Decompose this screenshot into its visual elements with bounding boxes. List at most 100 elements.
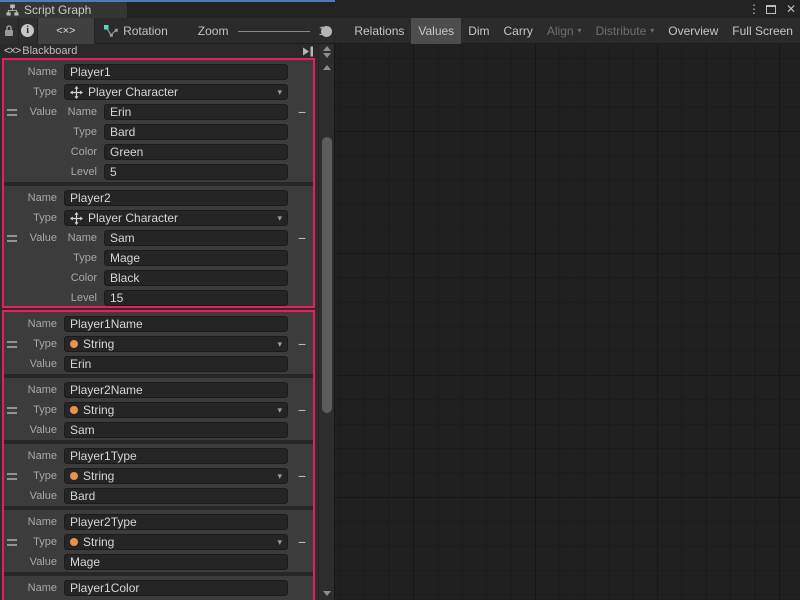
zoom-slider[interactable]	[238, 26, 309, 36]
variable-name-input[interactable]: Player2Type	[64, 514, 288, 530]
value-type-input[interactable]: Mage	[104, 250, 288, 266]
tab-script-graph[interactable]: Script Graph	[0, 2, 127, 18]
type-label: Type	[20, 86, 64, 98]
value-name-input[interactable]: Erin	[104, 104, 288, 120]
dropdown-arrow-icon: ▾	[277, 339, 282, 350]
zoom-label: Zoom	[198, 24, 229, 38]
variable-name-input[interactable]: Player2Name	[64, 382, 288, 398]
full-screen-button[interactable]: Full Screen	[725, 18, 800, 44]
values-button[interactable]: Values	[411, 18, 461, 44]
remove-variable-button[interactable]: −	[298, 337, 306, 351]
tab-title: Script Graph	[24, 3, 91, 17]
remove-variable-button[interactable]: −	[298, 469, 306, 483]
value-name-input[interactable]: Sam	[104, 230, 288, 246]
overview-button[interactable]: Overview	[661, 18, 725, 44]
zoom-slider-thumb[interactable]	[321, 26, 332, 37]
variable-entry-player2type: Name Player2Type Type String ▾ − Value M…	[4, 510, 313, 572]
name-label: Name	[20, 516, 64, 528]
close-icon[interactable]: ✕	[786, 2, 796, 16]
value-level-input[interactable]: 15	[104, 290, 288, 306]
rotation-widget[interactable]: Rotation	[103, 24, 168, 38]
rotation-label: Rotation	[123, 24, 168, 38]
field-label: Color	[64, 272, 104, 284]
drag-handle[interactable]	[7, 473, 17, 480]
scroll-up-button[interactable]	[319, 61, 335, 73]
scroll-down-button[interactable]	[319, 587, 335, 599]
name-label: Name	[20, 66, 64, 78]
graph-toolbar: <×> Rotation Zoom 1x Relations Values Di…	[0, 18, 800, 44]
variable-type-dropdown[interactable]: Player Character ▾	[64, 210, 288, 226]
player-character-type-icon	[70, 86, 83, 99]
blackboard-toggle-button[interactable]: <×>	[38, 18, 95, 44]
variable-name-input[interactable]: Player2	[64, 190, 288, 206]
dropdown-arrow-icon: ▾	[277, 471, 282, 482]
variable-type-dropdown[interactable]: String ▾	[64, 534, 288, 550]
blackboard-panel: <×> Blackboard Name Player1 Type	[0, 44, 318, 600]
variable-type-dropdown[interactable]: String ▾	[64, 402, 288, 418]
value-label: Value	[20, 358, 64, 370]
window-menu-icon[interactable]: ⋮	[748, 2, 756, 16]
lock-button[interactable]	[0, 18, 19, 44]
field-label: Name	[64, 232, 104, 244]
remove-variable-button[interactable]: −	[298, 231, 306, 245]
variable-type-dropdown[interactable]: String ▾	[64, 468, 288, 484]
dock-panel-icon[interactable]	[301, 46, 314, 57]
value-label: Value	[20, 424, 64, 436]
distribute-dropdown[interactable]: Distribute▾	[589, 18, 662, 44]
variable-value-input[interactable]: Mage	[64, 554, 288, 570]
drag-handle[interactable]	[7, 407, 17, 414]
remove-variable-button[interactable]: −	[298, 105, 306, 119]
drag-handle[interactable]	[7, 539, 17, 546]
value-type-input[interactable]: Bard	[104, 124, 288, 140]
blackboard-scrollbar[interactable]	[318, 44, 334, 600]
player-character-type-icon	[70, 212, 83, 225]
field-label: Level	[64, 166, 104, 178]
variable-entry-player1: Name Player1 Type Player Character ▾	[4, 60, 313, 182]
field-label: Color	[64, 146, 104, 158]
value-label: Value	[20, 106, 64, 118]
variable-name-input[interactable]: Player1Color	[64, 580, 288, 596]
name-label: Name	[20, 192, 64, 204]
panel-resize-arrows[interactable]	[319, 45, 335, 58]
variable-type-dropdown[interactable]: Player Character ▾	[64, 84, 288, 100]
relations-button[interactable]: Relations	[347, 18, 411, 44]
name-label: Name	[20, 384, 64, 396]
drag-handle[interactable]	[7, 341, 17, 348]
dropdown-arrow-icon: ▾	[650, 26, 654, 35]
graph-hierarchy-icon	[6, 4, 19, 16]
variable-name-input[interactable]: Player1Type	[64, 448, 288, 464]
variable-name-input[interactable]: Player1Name	[64, 316, 288, 332]
align-dropdown[interactable]: Align▾	[540, 18, 589, 44]
value-color-input[interactable]: Black	[104, 270, 288, 286]
dim-button[interactable]: Dim	[461, 18, 496, 44]
string-type-icon	[70, 340, 78, 348]
string-type-icon	[70, 538, 78, 546]
info-button[interactable]	[19, 18, 38, 44]
drag-handle[interactable]	[7, 109, 17, 116]
rotation-node-icon	[103, 24, 118, 38]
type-label: Type	[20, 470, 64, 482]
variable-value-input[interactable]: Erin	[64, 356, 288, 372]
type-label: Type	[20, 536, 64, 548]
field-label: Type	[64, 126, 104, 138]
remove-variable-button[interactable]: −	[298, 403, 306, 417]
variable-value-input[interactable]: Sam	[64, 422, 288, 438]
remove-variable-button[interactable]: −	[298, 535, 306, 549]
selection-group-objects: Name Player1 Type Player Character ▾	[2, 58, 315, 308]
string-type-icon	[70, 406, 78, 414]
arrow-up-icon	[323, 46, 331, 51]
variable-type-dropdown[interactable]: String ▾	[64, 336, 288, 352]
variable-value-input[interactable]: Bard	[64, 488, 288, 504]
carry-button[interactable]: Carry	[497, 18, 540, 44]
graph-canvas[interactable]	[334, 44, 800, 600]
value-color-input[interactable]: Green	[104, 144, 288, 160]
maximize-icon[interactable]	[766, 5, 776, 14]
variable-name-input[interactable]: Player1	[64, 64, 288, 80]
dropdown-arrow-icon: ▾	[578, 26, 582, 35]
arrow-down-icon	[323, 53, 331, 58]
scrollbar-thumb[interactable]	[322, 137, 332, 413]
value-level-input[interactable]: 5	[104, 164, 288, 180]
drag-handle[interactable]	[7, 235, 17, 242]
field-label: Type	[64, 252, 104, 264]
value-label: Value	[20, 490, 64, 502]
